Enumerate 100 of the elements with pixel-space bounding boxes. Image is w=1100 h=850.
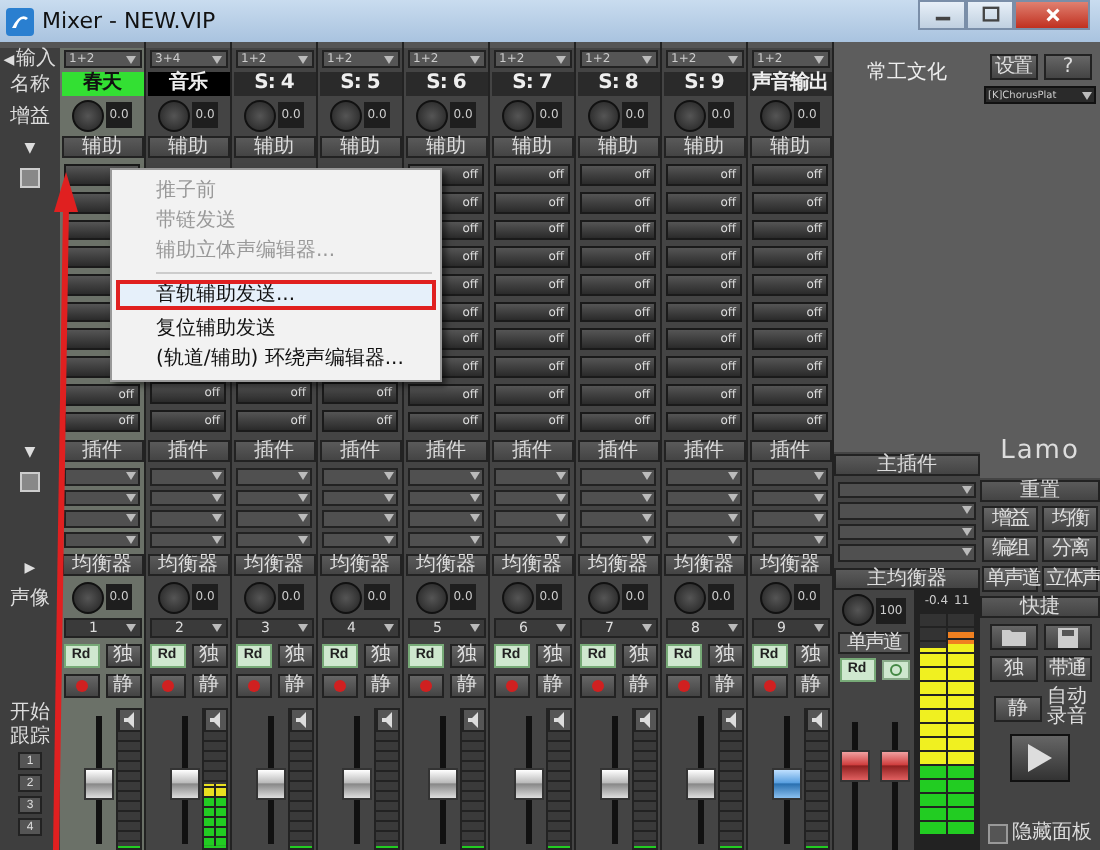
setup-button[interactable]: 设置 xyxy=(989,54,1037,80)
plugin-slot-dropdown[interactable] xyxy=(150,489,226,506)
record-button[interactable] xyxy=(493,673,529,698)
fader-thumb[interactable] xyxy=(514,768,544,801)
speaker-icon[interactable] xyxy=(291,709,311,730)
plugin-slot-dropdown[interactable] xyxy=(408,468,484,485)
speaker-icon[interactable] xyxy=(635,709,655,730)
plugin-slot-dropdown[interactable] xyxy=(64,489,140,506)
plugins-header[interactable]: 插件 xyxy=(491,439,573,462)
eq-button[interactable]: 均衡器 xyxy=(663,554,745,577)
speaker-icon[interactable] xyxy=(463,709,483,730)
channel-name[interactable]: 音乐 xyxy=(147,72,229,97)
plugins-header[interactable]: 插件 xyxy=(577,439,659,462)
record-button[interactable] xyxy=(149,673,185,698)
plugin-slot-dropdown[interactable] xyxy=(64,531,140,548)
mute-button[interactable]: 静 xyxy=(191,673,227,698)
solo-button[interactable]: 独 xyxy=(449,643,485,668)
solo-button[interactable]: 独 xyxy=(535,643,571,668)
aux-button[interactable]: 辅助 xyxy=(577,135,659,158)
aux-button[interactable]: 辅助 xyxy=(491,135,573,158)
plugin-slot-dropdown[interactable] xyxy=(666,489,742,506)
maximize-button[interactable] xyxy=(966,0,1014,30)
eq-button[interactable]: 均衡器 xyxy=(405,554,487,577)
plugin-slot-dropdown[interactable] xyxy=(580,468,656,485)
group-button[interactable]: 分离 xyxy=(1042,535,1098,561)
channel-name[interactable]: S: 5 xyxy=(319,72,401,97)
fader-thumb[interactable] xyxy=(84,768,114,801)
solo-button[interactable]: 独 xyxy=(191,643,227,668)
quick-header[interactable]: 快捷 xyxy=(980,595,1100,617)
link-icon[interactable] xyxy=(881,659,909,679)
channel-name[interactable]: S: 6 xyxy=(405,72,487,97)
plugin-slot-dropdown[interactable] xyxy=(580,489,656,506)
plugin-slot-dropdown[interactable] xyxy=(752,468,828,485)
record-button[interactable] xyxy=(579,673,615,698)
close-button[interactable] xyxy=(1014,0,1090,30)
aux-button[interactable]: 辅助 xyxy=(147,135,229,158)
plugins-header[interactable]: 插件 xyxy=(147,439,229,462)
plugin-slot-dropdown[interactable] xyxy=(580,510,656,527)
eq-button[interactable]: 均衡器 xyxy=(749,554,831,577)
plugins-header[interactable]: 插件 xyxy=(61,439,143,462)
aux-button[interactable]: 辅助 xyxy=(233,135,315,158)
master-fader-thumb[interactable] xyxy=(879,750,909,783)
master-plugins-header[interactable]: 主插件 xyxy=(834,453,980,476)
aux-button[interactable]: 辅助 xyxy=(61,135,143,158)
help-button[interactable]: ? xyxy=(1043,54,1091,80)
solo-button[interactable]: 独 xyxy=(105,643,141,668)
reset-header[interactable]: 重置 xyxy=(980,479,1100,501)
eq-button[interactable]: 均衡器 xyxy=(319,554,401,577)
plugin-slot-dropdown[interactable] xyxy=(408,489,484,506)
plugins-header[interactable]: 插件 xyxy=(749,439,831,462)
mute-button[interactable]: 静 xyxy=(449,673,485,698)
plugin-slot-dropdown[interactable] xyxy=(752,489,828,506)
speaker-icon[interactable] xyxy=(721,709,741,730)
record-button[interactable] xyxy=(321,673,357,698)
record-button[interactable] xyxy=(235,673,271,698)
speaker-icon[interactable] xyxy=(549,709,569,730)
record-button[interactable] xyxy=(751,673,787,698)
aux-button[interactable]: 辅助 xyxy=(663,135,745,158)
master-eq-button[interactable]: 主均衡器 xyxy=(834,567,980,590)
folder-button[interactable] xyxy=(989,624,1037,650)
solo-button[interactable]: 独 xyxy=(621,643,657,668)
group-button[interactable]: 编组 xyxy=(982,535,1038,561)
plugin-slot-dropdown[interactable] xyxy=(666,510,742,527)
solo-button[interactable]: 独 xyxy=(793,643,829,668)
channel-name[interactable]: 春天 xyxy=(61,72,143,97)
fader-thumb[interactable] xyxy=(600,768,630,801)
save-button[interactable] xyxy=(1043,624,1091,650)
plugin-slot-dropdown[interactable] xyxy=(494,531,570,548)
plugins-header[interactable]: 插件 xyxy=(319,439,401,462)
plugins-header[interactable]: 插件 xyxy=(405,439,487,462)
plugin-slot-dropdown[interactable] xyxy=(236,489,312,506)
mute-button[interactable]: 静 xyxy=(793,673,829,698)
aux-button[interactable]: 辅助 xyxy=(405,135,487,158)
fader-thumb[interactable] xyxy=(170,768,200,801)
channel-name[interactable]: 声音输出 xyxy=(749,72,831,97)
plugin-slot-dropdown[interactable] xyxy=(322,489,398,506)
mono-button[interactable]: 单声道 xyxy=(838,631,910,653)
solo-button[interactable]: 独 xyxy=(363,643,399,668)
plugin-slot-dropdown[interactable] xyxy=(322,468,398,485)
minimize-button[interactable] xyxy=(918,0,966,30)
plugin-slot-dropdown[interactable] xyxy=(150,510,226,527)
mute-button[interactable]: 静 xyxy=(707,673,743,698)
channel-name[interactable]: S: 9 xyxy=(663,72,745,97)
plugin-slot-dropdown[interactable] xyxy=(408,531,484,548)
plugin-slot-dropdown[interactable] xyxy=(150,468,226,485)
eq-button[interactable]: 均衡器 xyxy=(233,554,315,577)
speaker-icon[interactable] xyxy=(119,709,139,730)
speaker-icon[interactable] xyxy=(205,709,225,730)
master-fader-thumb[interactable] xyxy=(839,750,869,783)
plugin-slot-dropdown[interactable] xyxy=(150,531,226,548)
channel-name[interactable]: S: 8 xyxy=(577,72,659,97)
plugin-slot-dropdown[interactable] xyxy=(64,510,140,527)
plugin-slot-dropdown[interactable] xyxy=(64,468,140,485)
fader-thumb[interactable] xyxy=(686,768,716,801)
plugin-slot-dropdown[interactable] xyxy=(494,468,570,485)
eq-button[interactable]: 均衡器 xyxy=(61,554,143,577)
bypass-button[interactable]: 带通 xyxy=(1043,656,1091,682)
mute-button[interactable]: 静 xyxy=(621,673,657,698)
group-button[interactable]: 立体声 xyxy=(1042,565,1098,591)
eq-button[interactable]: 均衡器 xyxy=(491,554,573,577)
